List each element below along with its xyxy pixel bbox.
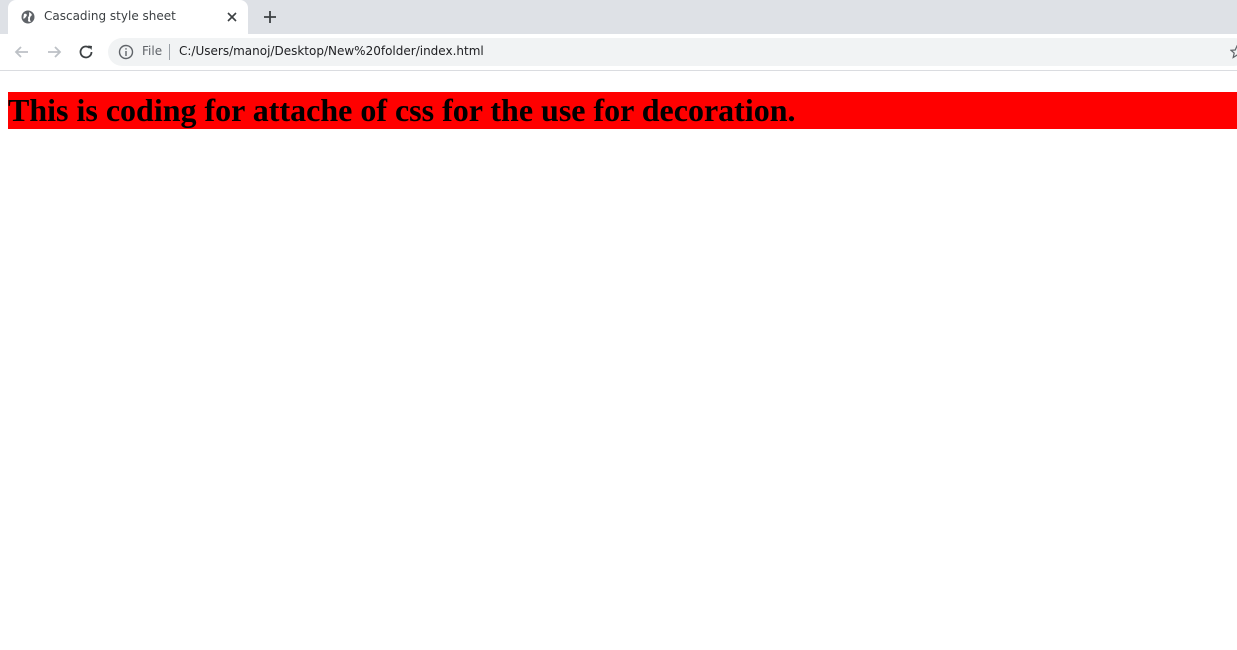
tab-active[interactable]: Cascading style sheet xyxy=(8,0,248,34)
reload-icon[interactable] xyxy=(76,42,96,62)
url-text[interactable]: C:/Users/manoj/Desktop/New%20folder/inde… xyxy=(179,44,484,58)
page-content: This is coding for attache of css for th… xyxy=(0,71,1237,650)
info-icon[interactable] xyxy=(118,44,134,60)
arrow-left-icon[interactable] xyxy=(12,42,32,62)
browser-toolbar: File C:/Users/manoj/Desktop/New%20folder… xyxy=(0,34,1237,71)
page-heading: This is coding for attache of css for th… xyxy=(8,92,1237,129)
chip-divider xyxy=(169,44,170,60)
close-icon[interactable] xyxy=(224,9,240,25)
security-chip-label: File xyxy=(142,44,163,58)
new-tab-button[interactable] xyxy=(260,7,280,27)
tab-strip: Cascading style sheet xyxy=(0,0,1237,34)
star-icon[interactable] xyxy=(1230,45,1237,59)
globe-icon xyxy=(21,10,35,24)
arrow-right-icon[interactable] xyxy=(44,42,64,62)
tab-title: Cascading style sheet xyxy=(44,9,176,23)
address-bar[interactable]: File C:/Users/manoj/Desktop/New%20folder… xyxy=(108,38,1237,66)
